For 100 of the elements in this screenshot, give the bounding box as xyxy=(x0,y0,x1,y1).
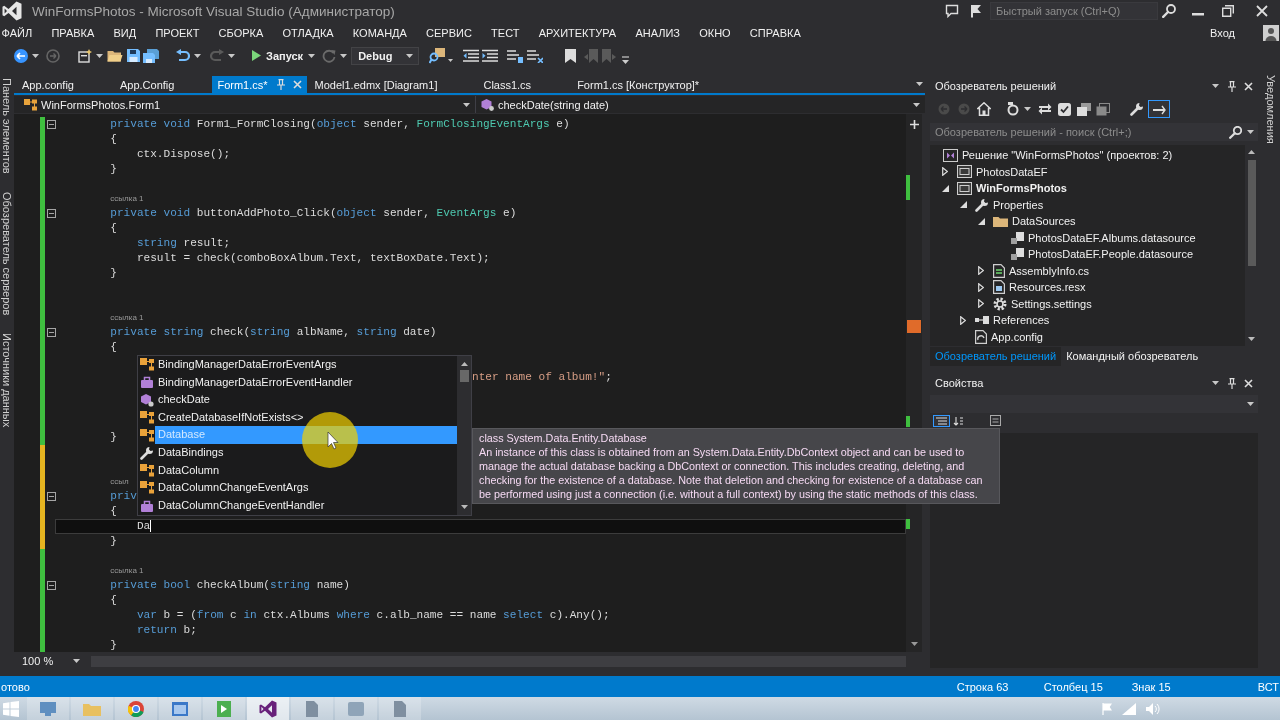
uncomment-lines-icon[interactable] xyxy=(527,48,544,63)
panel-tab[interactable]: Обозреватель решений xyxy=(930,347,1062,366)
completion-item[interactable]: CreateDatabaseIfNotExists<> xyxy=(155,408,457,427)
expand-arrow-icon[interactable] xyxy=(978,282,984,292)
collapse-arrow-icon[interactable] xyxy=(960,201,967,209)
scrollbar-thumb[interactable] xyxy=(1247,160,1256,266)
start-button[interactable]: Запуск xyxy=(249,45,319,66)
menu-item[interactable]: СЕРВИС xyxy=(416,27,482,39)
completion-item[interactable]: DataColumnChangeEventArgs xyxy=(155,479,457,497)
document-tab[interactable]: App.config xyxy=(14,76,112,93)
home-icon[interactable] xyxy=(977,102,991,116)
menu-item[interactable]: СПРАВКА xyxy=(740,27,811,39)
plus-icon[interactable] xyxy=(909,120,919,129)
caret-down-icon[interactable] xyxy=(916,82,923,86)
expand-arrow-icon[interactable] xyxy=(960,315,966,325)
zoom-dropdown[interactable]: 100 % xyxy=(20,653,84,669)
caret-down-icon[interactable] xyxy=(1212,381,1219,385)
preview-icon[interactable] xyxy=(1148,100,1170,118)
tree-item[interactable]: Решение "WinFormsPhotos" (проектов: 2) xyxy=(962,149,1173,162)
collapse-icon[interactable] xyxy=(46,491,56,501)
scroll-up-arrow-icon[interactable] xyxy=(460,362,468,366)
categorized-icon[interactable] xyxy=(933,415,950,427)
close-icon[interactable] xyxy=(1256,5,1268,17)
completion-item[interactable]: BindingManagerDataErrorEventArgs xyxy=(155,356,457,374)
configuration-dropdown[interactable]: Debug xyxy=(351,46,420,65)
tree-item[interactable]: PhotosDataEF.People.datasource xyxy=(1028,248,1194,261)
menu-item[interactable]: СБОРКА xyxy=(209,27,273,39)
sign-in-link[interactable]: Вход xyxy=(1210,27,1235,39)
collapse-icon[interactable] xyxy=(46,208,56,218)
undo-icon[interactable] xyxy=(176,48,190,63)
pin-icon[interactable] xyxy=(1228,377,1236,389)
pin-icon[interactable] xyxy=(1228,80,1236,92)
expand-arrow-icon[interactable] xyxy=(978,266,984,276)
panel-tab[interactable]: Командный обозреватель xyxy=(1061,347,1204,366)
completion-item[interactable]: BindingManagerDataErrorEventHandler xyxy=(155,373,457,392)
type-dropdown[interactable]: WinFormsPhotos.Form1 xyxy=(14,96,475,113)
alphabetical-icon[interactable] xyxy=(953,415,965,427)
tree-item[interactable]: PhotosDataEF xyxy=(976,165,1048,178)
quick-launch-field[interactable]: Быстрый запуск (Ctrl+Q) xyxy=(990,2,1158,20)
tree-item[interactable]: References xyxy=(993,314,1050,327)
completion-item[interactable]: checkDate xyxy=(155,391,457,409)
insert-mode-indicator[interactable]: ВСТ xyxy=(1257,680,1279,693)
document-tab[interactable]: Model1.edmx [Diagram1] xyxy=(306,76,476,93)
tool-window-tab[interactable]: Уведомления xyxy=(1265,75,1277,144)
find-in-files-icon[interactable] xyxy=(429,47,448,64)
collapse-arrow-icon[interactable] xyxy=(942,184,949,192)
search-icon[interactable] xyxy=(1162,4,1176,18)
completion-item[interactable]: DataColumnChangeEventHandler xyxy=(155,496,457,515)
sync-icon[interactable] xyxy=(1006,102,1020,116)
new-project-icon[interactable] xyxy=(78,48,92,63)
caret-down-icon[interactable] xyxy=(448,59,454,62)
tree-item[interactable]: DataSources xyxy=(1012,215,1076,228)
comment-lines-icon[interactable] xyxy=(507,48,524,63)
member-dropdown[interactable]: checkDate(string date) xyxy=(475,96,925,113)
collapse-icon[interactable] xyxy=(46,119,56,129)
menu-item[interactable]: ОКНО xyxy=(689,27,741,39)
open-folder-icon[interactable] xyxy=(107,49,123,62)
save-icon[interactable] xyxy=(127,49,140,62)
completion-item[interactable]: DataBindings xyxy=(155,443,457,462)
reference-count-link[interactable]: ссылка 1 xyxy=(110,566,144,575)
menu-item[interactable]: КОМАНДА xyxy=(343,27,417,39)
taskbar-button[interactable] xyxy=(247,697,289,720)
expand-arrow-icon[interactable] xyxy=(978,299,984,309)
scroll-down-arrow-icon[interactable] xyxy=(1248,337,1255,341)
sync-arrows-icon[interactable] xyxy=(1038,103,1052,115)
close-icon[interactable] xyxy=(1244,81,1253,91)
reference-count-link[interactable]: ссылка 1 xyxy=(110,194,144,203)
scroll-down-arrow-icon[interactable] xyxy=(910,642,918,646)
flag-icon[interactable] xyxy=(970,4,982,18)
indent-icon[interactable] xyxy=(482,48,499,63)
search-icon[interactable] xyxy=(1229,125,1242,139)
search-field[interactable]: Обозреватель решений - поиск (Ctrl+;) xyxy=(930,123,1258,141)
document-tab[interactable]: App.Config xyxy=(112,76,213,93)
tree-item[interactable]: App.config xyxy=(991,330,1043,343)
collapse-icon[interactable] xyxy=(46,327,56,337)
property-pages-icon[interactable] xyxy=(990,415,1001,426)
document-tab[interactable]: Form1.cs [Конструктор]* xyxy=(569,76,738,93)
outdent-icon[interactable] xyxy=(463,48,480,63)
close-icon[interactable] xyxy=(1244,378,1253,388)
menu-item[interactable]: ВИД xyxy=(103,27,146,39)
expand-arrow-icon[interactable] xyxy=(942,167,948,177)
scroll-up-arrow-icon[interactable] xyxy=(1248,150,1255,154)
document-tab[interactable]: Class1.cs xyxy=(475,76,570,93)
stacked-windows-icon[interactable] xyxy=(1077,102,1091,116)
account-icon[interactable] xyxy=(1263,25,1279,41)
menu-item[interactable]: ТЕСТ xyxy=(481,27,530,39)
tree-item[interactable]: Resources.resx xyxy=(1009,281,1086,294)
bookmark-icon[interactable] xyxy=(565,48,577,63)
caret-down-icon[interactable] xyxy=(1212,84,1219,88)
tree-item[interactable]: WinFormsPhotos xyxy=(976,182,1067,195)
menu-item[interactable]: АРХИТЕКТУРА xyxy=(529,27,626,39)
tree-item[interactable]: PhotosDataEF.Albums.datasource xyxy=(1028,231,1196,244)
tool-window-tab[interactable]: Панель элементов xyxy=(1,78,13,174)
caret-down-icon[interactable] xyxy=(1247,130,1254,134)
restore-icon[interactable] xyxy=(1222,5,1234,17)
stacked-pages-icon[interactable] xyxy=(1096,102,1110,116)
collapse-arrow-icon[interactable] xyxy=(978,217,985,225)
completion-item[interactable]: DataColumn xyxy=(155,461,457,480)
menu-item[interactable]: АНАЛИЗ xyxy=(625,27,690,39)
check-square-icon[interactable] xyxy=(1058,102,1071,116)
